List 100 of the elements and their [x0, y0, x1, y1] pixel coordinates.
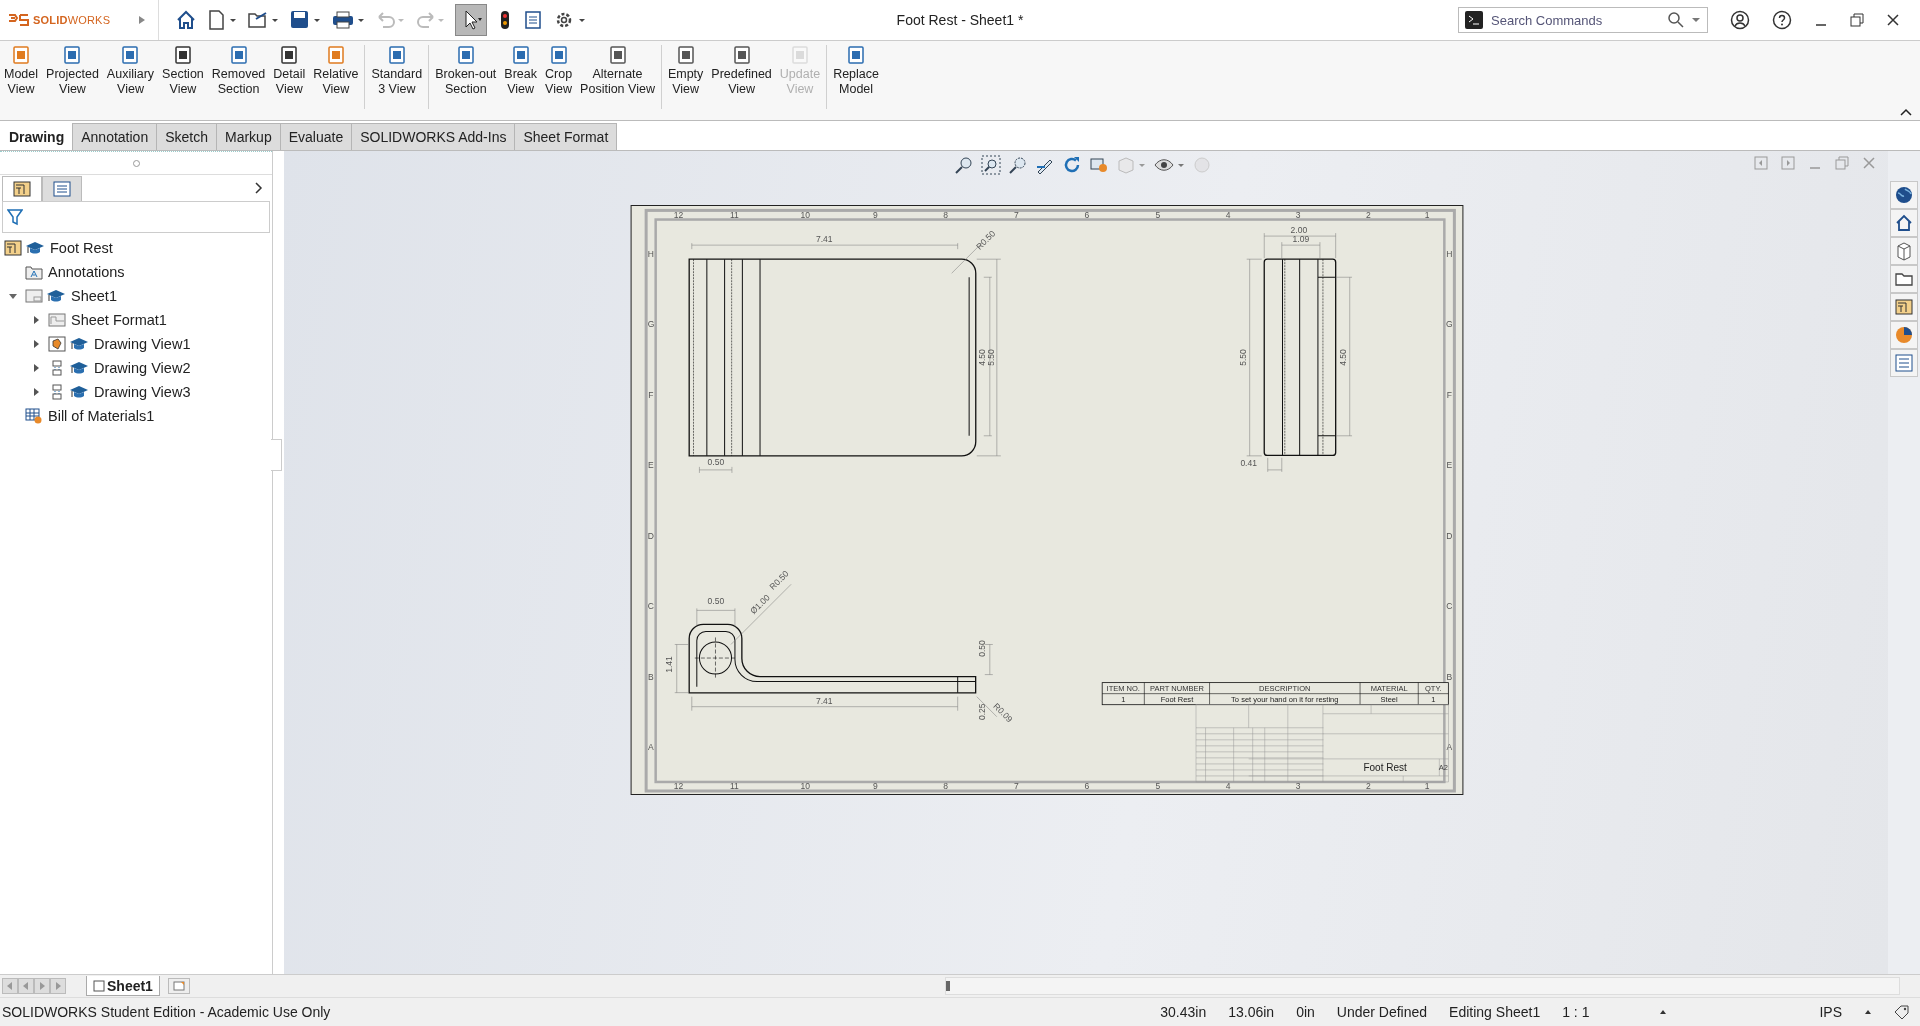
unit-system[interactable]: IPS: [1819, 1004, 1842, 1020]
command-tab[interactable]: Markup: [216, 123, 281, 150]
dimension-label: 0.25: [976, 703, 987, 720]
tag-icon[interactable]: [1894, 1005, 1910, 1019]
zone-label: 5: [1155, 781, 1161, 792]
zoom-area-icon[interactable]: [981, 155, 1001, 175]
drawing-document-icon[interactable]: [1890, 293, 1918, 321]
user-account-icon[interactable]: [1730, 10, 1750, 30]
zone-label: D: [647, 531, 655, 542]
close-icon[interactable]: [1886, 13, 1900, 27]
zone-label: 1: [1424, 781, 1430, 792]
ribbon-button[interactable]: Section View: [158, 45, 208, 97]
command-tab[interactable]: Sheet Format: [514, 123, 618, 150]
tree-item[interactable]: Drawing View2: [94, 360, 191, 376]
tree-item[interactable]: Drawing View3: [94, 384, 191, 400]
panel-collapse-handle[interactable]: [271, 439, 282, 471]
ribbon-button[interactable]: Crop View: [541, 45, 577, 97]
ribbon-button[interactable]: Break View: [500, 45, 541, 97]
rotate-icon[interactable]: [1062, 155, 1082, 175]
command-tab[interactable]: Annotation: [72, 123, 158, 150]
zone-label: 12: [673, 210, 684, 221]
sheet-format-icon: [48, 312, 66, 328]
ribbon-button[interactable]: Projected View: [42, 45, 103, 97]
tree-item[interactable]: Sheet Format1: [71, 312, 167, 328]
command-tab[interactable]: SOLIDWORKS Add-Ins: [351, 123, 516, 150]
book-icon[interactable]: [1890, 237, 1918, 265]
filter-field[interactable]: [2, 201, 270, 233]
help-icon[interactable]: [1772, 10, 1792, 30]
sheet-icon: [228, 45, 249, 65]
collapse-caret-icon[interactable]: [1900, 108, 1912, 116]
app-logo-text: SOLIDWORKS: [33, 14, 111, 26]
open-folder-icon[interactable]: [247, 9, 279, 31]
sheet-icon: [548, 45, 569, 65]
ribbon-button[interactable]: Replace Model: [829, 45, 883, 97]
search-box[interactable]: Search Commands: [1458, 7, 1708, 33]
caret-icon[interactable]: [1864, 1009, 1872, 1015]
feature-manager-tab[interactable]: [2, 176, 42, 201]
tree-toggle-icon[interactable]: [31, 387, 41, 397]
property-tab[interactable]: [42, 176, 82, 201]
tree-item[interactable]: Sheet1: [71, 288, 117, 304]
tree-toggle-icon[interactable]: [31, 315, 41, 325]
ribbon-button[interactable]: Detail View: [269, 45, 310, 97]
ribbon-button[interactable]: Alternate Position View: [576, 45, 659, 97]
sheet-icon: [607, 45, 628, 65]
folder-icon[interactable]: [1890, 265, 1918, 293]
sheet-tab[interactable]: Sheet1: [86, 976, 160, 996]
print-icon[interactable]: [331, 9, 365, 31]
color-wheel-icon[interactable]: [1890, 321, 1918, 349]
ribbon-button[interactable]: Predefined View: [707, 45, 776, 97]
definition-status: Under Defined: [1336, 1004, 1428, 1020]
ribbon-button[interactable]: Relative View: [309, 45, 363, 97]
expand-arrow-icon[interactable]: [138, 15, 146, 25]
ribbon-button[interactable]: Model View: [0, 45, 43, 97]
sheet-icon: [846, 45, 867, 65]
home-icon[interactable]: [1890, 209, 1918, 237]
ribbon-button[interactable]: Auxiliary View: [102, 45, 159, 97]
tree-toggle-icon[interactable]: [31, 363, 41, 373]
command-tab[interactable]: Sketch: [156, 123, 217, 150]
horizontal-scrollbar[interactable]: [944, 977, 1900, 995]
sheet-icon: [11, 45, 31, 65]
search-icon[interactable]: [1667, 11, 1685, 29]
select-tool-button[interactable]: [455, 4, 487, 36]
tree-item[interactable]: Annotations: [48, 264, 125, 280]
restore-icon[interactable]: [1850, 13, 1864, 27]
sheet-scale[interactable]: 1 : 1: [1562, 1004, 1590, 1020]
caret-icon[interactable]: [1659, 1009, 1668, 1015]
zone-label: 3: [1295, 781, 1301, 792]
new-document-icon[interactable]: [207, 9, 237, 31]
ribbon-button[interactable]: Removed Section: [207, 45, 270, 97]
tree-item[interactable]: Bill of Materials1: [48, 408, 155, 424]
save-icon[interactable]: [289, 9, 321, 31]
graduation-cap-icon: [46, 288, 66, 304]
tree-toggle-icon[interactable]: [31, 339, 41, 349]
zoom-to-fit-icon[interactable]: [954, 155, 974, 175]
dimension-label: 0.50: [707, 456, 725, 467]
window-title: Foot Rest - Sheet1 *: [895, 12, 1025, 28]
ribbon-button[interactable]: Empty View: [663, 45, 708, 97]
drawing-document-icon: [4, 240, 22, 256]
ribbon-button[interactable]: Broken-out Section: [431, 45, 501, 97]
tree-item[interactable]: Foot Rest: [50, 240, 113, 256]
dimension-label: 4.50: [976, 349, 987, 366]
sheet-icon: [789, 45, 810, 65]
sheet-icon: [386, 45, 407, 65]
chevron-right-icon[interactable]: [254, 182, 264, 194]
list-icon[interactable]: [523, 9, 543, 31]
ribbon-button[interactable]: Standard 3 View: [367, 45, 427, 97]
command-tab[interactable]: Evaluate: [279, 123, 353, 150]
zone-label: 11: [729, 210, 739, 221]
previous-view-icon[interactable]: [1008, 155, 1028, 175]
filter-icon: [7, 208, 23, 226]
home-icon[interactable]: [175, 9, 197, 31]
display-style-icon[interactable]: [1089, 155, 1109, 175]
globe-icon[interactable]: [1890, 181, 1918, 209]
drawing-title: Foot Rest: [1363, 761, 1407, 773]
graduation-cap-icon: [69, 336, 89, 352]
sheet-icon: [325, 45, 346, 65]
graduation-cap-icon: [25, 240, 45, 256]
tree-toggle-icon[interactable]: [8, 291, 18, 301]
zone-label: 11: [729, 781, 739, 792]
tree-item[interactable]: Drawing View1: [94, 336, 191, 352]
